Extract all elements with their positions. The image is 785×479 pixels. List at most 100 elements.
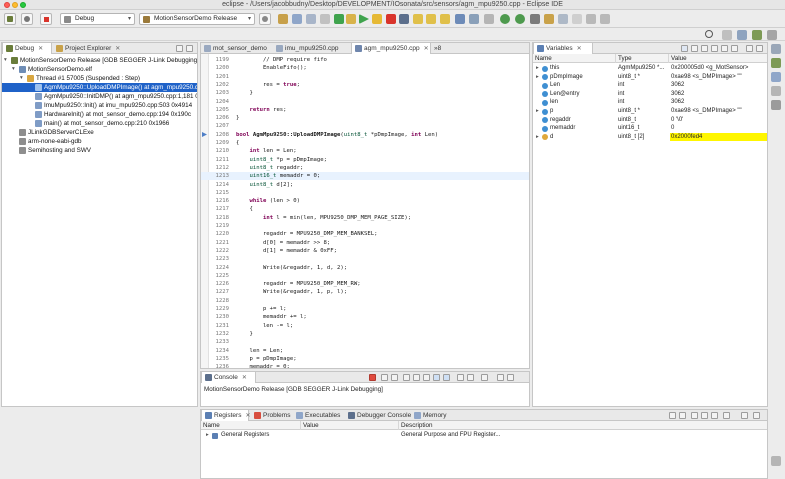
code-line[interactable]: 1230 memaddr += l; — [201, 313, 529, 321]
remove-register-group-icon[interactable] — [711, 412, 718, 419]
column-header-description[interactable]: Description — [399, 421, 499, 430]
tree-item-launch[interactable]: ▾ MotionSensorDemo Release [GDB SEGGER J… — [2, 56, 197, 65]
run-icon[interactable] — [515, 14, 525, 24]
debug-perspective-button[interactable] — [4, 13, 16, 25]
pin-icon[interactable] — [572, 14, 582, 24]
restore-icon[interactable] — [771, 456, 781, 466]
tab-agm-mpu9250[interactable]: agm_mpu9250.cpp ✕ — [351, 43, 431, 54]
modules-icon[interactable] — [771, 86, 781, 96]
code-line[interactable]: 1226 regaddr = MPU9250_DMP_MEM_RW; — [201, 280, 529, 288]
tab-debugger-console[interactable]: Debugger Console — [345, 410, 411, 421]
code-line[interactable]: 1216 while (len > 0) — [201, 197, 529, 205]
variable-value[interactable]: 0x2000fed4 — [670, 132, 767, 142]
pause-icon[interactable] — [372, 14, 382, 24]
code-line[interactable]: 1232 } — [201, 330, 529, 338]
minimize-icon[interactable] — [497, 374, 504, 381]
pin-console-icon[interactable] — [457, 374, 464, 381]
code-line[interactable]: 1222 d[1] = memaddr & 0xFF; — [201, 247, 529, 255]
stack-frame-upload-dmp[interactable]: AgmMpu9250::UploadDMPImage() at agm_mpu9… — [2, 83, 197, 92]
show-logical-structure-icon[interactable] — [691, 45, 698, 52]
show-on-output-icon[interactable] — [433, 374, 440, 381]
external-tools-icon[interactable] — [484, 14, 494, 24]
code-line[interactable]: 1211 uint8_t *p = pDmpImage; — [201, 156, 529, 164]
new-icon[interactable] — [278, 14, 288, 24]
open-console-icon[interactable] — [481, 374, 488, 381]
c-cpp-perspective-icon[interactable] — [737, 29, 747, 40]
maximize-icon[interactable] — [507, 374, 514, 381]
column-header-value[interactable]: Value — [669, 54, 767, 63]
column-header-name[interactable]: Name — [201, 421, 301, 430]
code-line[interactable]: 1229 p += l; — [201, 305, 529, 313]
code-line[interactable]: 1217 { — [201, 205, 529, 213]
resume-icon[interactable] — [334, 14, 344, 24]
print-icon[interactable] — [306, 14, 316, 24]
collapse-all-icon[interactable] — [701, 45, 708, 52]
clear-console-icon[interactable] — [403, 374, 410, 381]
instruction-stepping-icon[interactable] — [455, 14, 465, 24]
terminate-console-icon[interactable] — [369, 374, 376, 381]
code-line[interactable]: 1214 uint8_t d[2]; — [201, 181, 529, 189]
variable-row[interactable]: ▸ pDmpImage uint8_t * 0xae98 <s_DMPImage> "… — [533, 73, 767, 82]
stack-frame-init-dmp[interactable]: AgmMpu9250::InitDMP() at agm_mpu9250.cpp… — [2, 92, 197, 101]
code-line[interactable]: 1231 len -= l; — [201, 322, 529, 330]
launch-mode-select[interactable]: Debug ▾ — [60, 13, 135, 25]
column-header-type[interactable]: Type — [616, 54, 669, 63]
code-line[interactable]: 1215 — [201, 189, 529, 197]
save-icon[interactable] — [292, 14, 302, 24]
show-on-error-icon[interactable] — [443, 374, 450, 381]
column-header-value[interactable]: Value — [301, 421, 399, 430]
code-line[interactable]: 1205 return res; — [201, 106, 529, 114]
outline-icon[interactable] — [771, 44, 781, 54]
maximize-icon[interactable] — [186, 45, 193, 52]
code-line[interactable]: 1224 Write(&regaddr, 1, d, 2); — [201, 264, 529, 272]
code-line[interactable]: 1212 uint8_t regaddr; — [201, 164, 529, 172]
variable-value[interactable]: 0 — [670, 124, 767, 133]
code-line[interactable]: 1236 memaddr = 0; — [201, 363, 529, 368]
code-line[interactable]: 1210 int len = Len; — [201, 147, 529, 155]
remove-launch-icon[interactable] — [381, 374, 388, 381]
maximize-icon[interactable] — [753, 412, 760, 419]
stack-frame-main[interactable]: main() at mot_sensor_demo.cpp:210 0x1966 — [2, 119, 197, 128]
variable-value[interactable]: 0xae98 <s_DMPImage> "" — [670, 73, 767, 82]
chevron-right-icon[interactable]: ▸ — [536, 64, 539, 73]
code-line[interactable]: 1208 bool AgmMpu9250::UploadDMPImage(uint… — [201, 131, 529, 139]
tools-icon[interactable] — [530, 14, 540, 24]
code-line[interactable]: 1235 p = pDmpImage; — [201, 355, 529, 363]
navigate-forward-icon[interactable] — [600, 14, 610, 24]
peripherals-icon[interactable] — [771, 100, 781, 110]
disconnect-icon[interactable] — [399, 14, 409, 24]
variable-value[interactable]: 3062 — [670, 98, 767, 107]
open-folder-icon[interactable] — [544, 14, 554, 24]
minimize-icon[interactable] — [741, 412, 748, 419]
tab-memory[interactable]: Memory — [411, 410, 453, 421]
suspend-icon[interactable] — [346, 14, 356, 24]
terminate-button[interactable] — [40, 13, 52, 25]
chevron-right-icon[interactable]: ▸ — [536, 107, 539, 116]
code-line[interactable]: 1200 EnableFifo(); — [201, 64, 529, 72]
tab-executables[interactable]: Executables — [293, 410, 345, 421]
tab-variables[interactable]: Variables ✕ — [533, 43, 593, 54]
breakpoints-icon[interactable] — [771, 58, 781, 68]
debug-run-icon[interactable] — [500, 14, 510, 24]
skip-breakpoints-icon[interactable] — [320, 14, 330, 24]
chevron-right-icon[interactable]: ▸ — [536, 133, 539, 142]
code-line[interactable]: 1228 — [201, 297, 529, 305]
code-line[interactable]: 1223 — [201, 255, 529, 263]
code-line[interactable]: 1209 { — [201, 139, 529, 147]
play-icon[interactable] — [359, 14, 369, 24]
code-line-current[interactable]: 1213 uint16_t memaddr = 0; — [201, 172, 529, 181]
tab-project-explorer[interactable]: Project Explorer ✕ — [53, 43, 133, 54]
code-line[interactable]: 1203 } — [201, 89, 529, 97]
chevron-right-icon[interactable]: ▸ — [206, 431, 209, 440]
chevron-right-icon[interactable]: ▸ — [536, 73, 539, 82]
variable-row[interactable]: ▸ p uint8_t * 0xae98 <s_DMPImage> "" — [533, 107, 767, 116]
variable-value[interactable]: 3062 — [670, 90, 767, 99]
step-into-icon[interactable] — [413, 14, 423, 24]
tree-item-thread[interactable]: ▾ Thread #1 57005 (Suspended : Step) — [2, 74, 197, 83]
close-icon[interactable]: ✕ — [577, 46, 582, 52]
code-line[interactable]: 1233 — [201, 338, 529, 346]
minimize-icon[interactable] — [176, 45, 183, 52]
code-line[interactable]: 1202 res = true; — [201, 81, 529, 89]
remove-all-icon[interactable] — [391, 374, 398, 381]
code-line[interactable]: 1225 — [201, 272, 529, 280]
